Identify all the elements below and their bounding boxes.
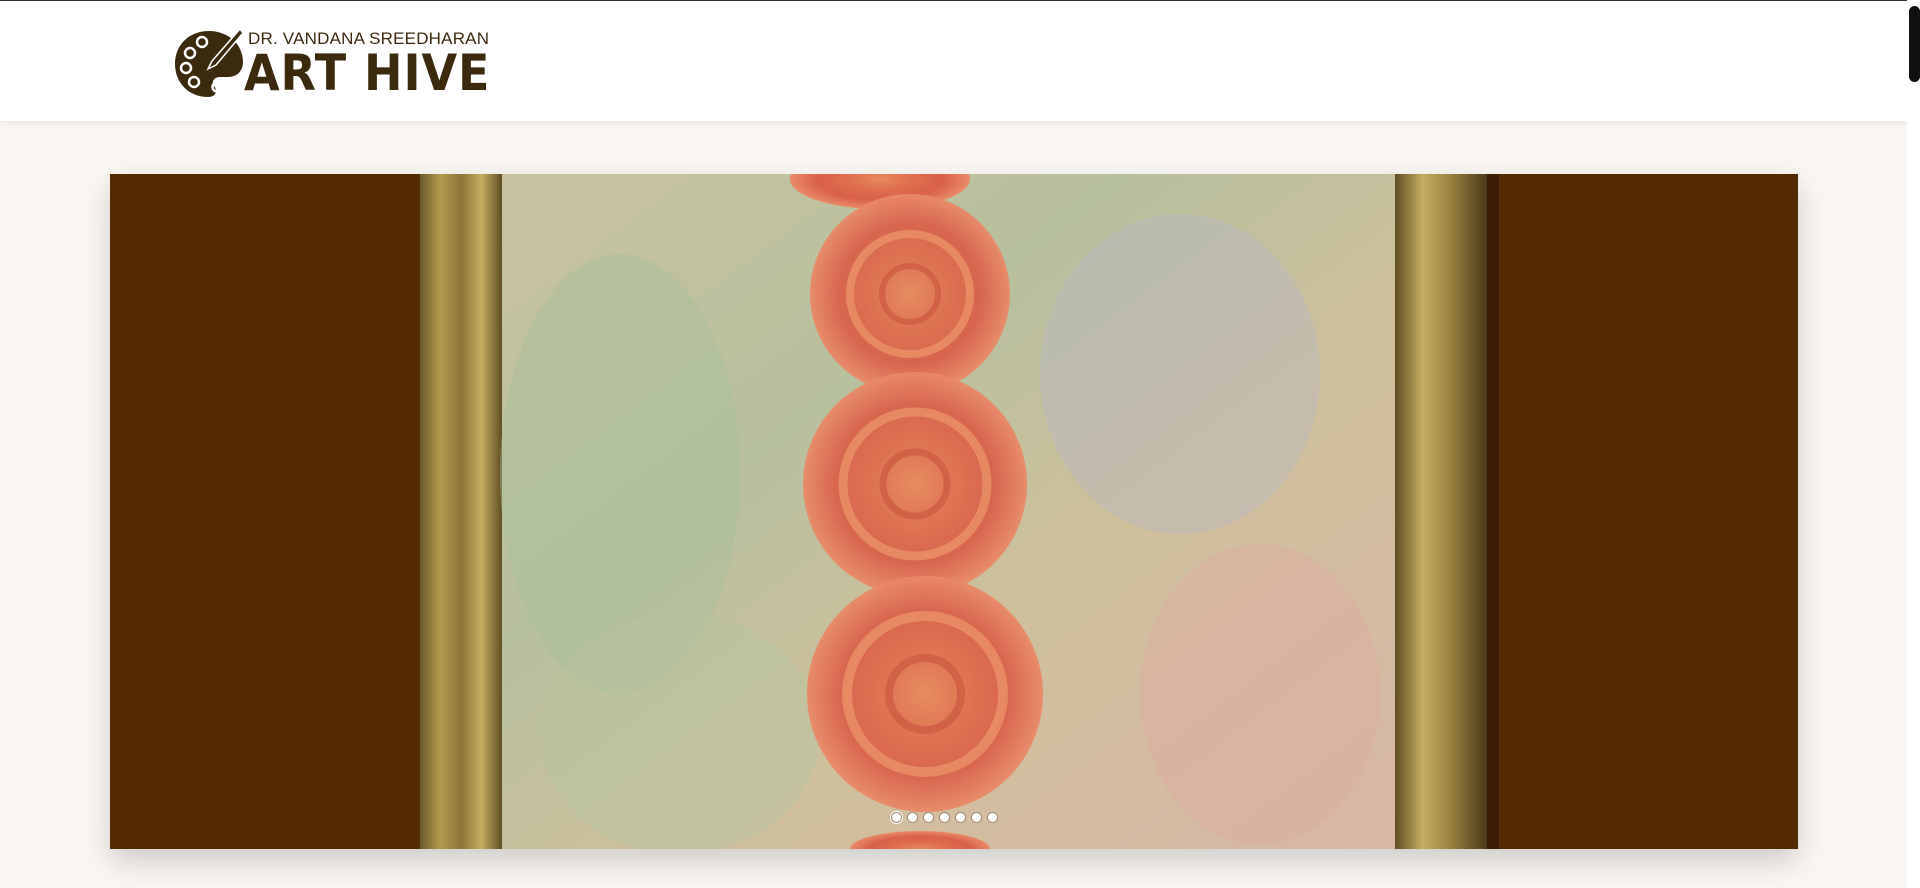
slider-dot-1[interactable]: [891, 812, 902, 823]
logo-link[interactable]: DR. VANDANA SREEDHARAN ART HIVE: [172, 27, 489, 101]
slide-image: [420, 174, 1600, 849]
slider-dot-2[interactable]: [907, 812, 918, 823]
slider-dot-7[interactable]: [987, 812, 998, 823]
slider-dot-6[interactable]: [971, 812, 982, 823]
slider-dot-4[interactable]: [939, 812, 950, 823]
scrollbar-thumb[interactable]: [1909, 6, 1920, 82]
slider-dot-5[interactable]: [955, 812, 966, 823]
slider-pagination: [891, 812, 998, 826]
site-header: DR. VANDANA SREEDHARAN ART HIVE: [0, 1, 1908, 121]
hero-slider[interactable]: [110, 174, 1798, 849]
vertical-scrollbar[interactable]: [1907, 0, 1920, 888]
logo-title: ART HIVE: [244, 44, 491, 102]
palette-icon: [175, 27, 244, 97]
slider-dot-3[interactable]: [923, 812, 934, 823]
